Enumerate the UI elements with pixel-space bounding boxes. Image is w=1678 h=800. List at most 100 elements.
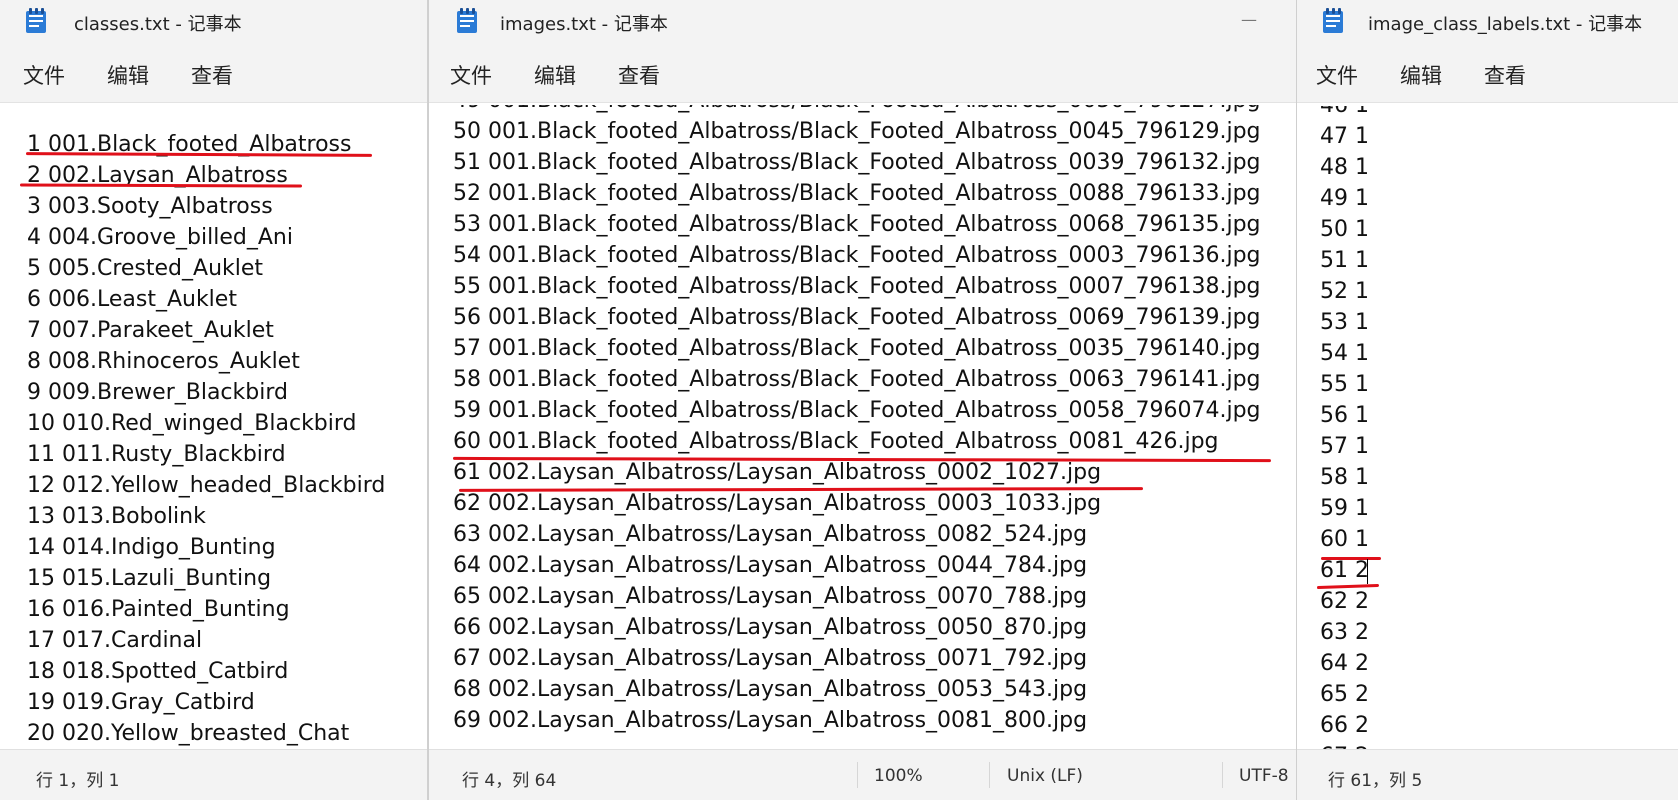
text-line: 62 002.Laysan_Albatross/Laysan_Albatross… [453,491,1102,516]
text-line: 58 1 [1320,465,1369,490]
text-line: 50 1 [1320,217,1369,242]
text-editor[interactable]: 49 001.Black_footed_Albatross/Black_Foot… [429,105,1296,752]
text-line: 60 001.Black_footed_Albatross/Black_Foot… [453,429,1219,454]
text-line: 48 1 [1320,155,1369,180]
menu-view[interactable]: 查看 [618,60,660,90]
notepad-icon [457,8,477,33]
text-line: 57 001.Black_footed_Albatross/Black_Foot… [453,336,1261,361]
text-line: 69 002.Laysan_Albatross/Laysan_Albatross… [453,708,1088,733]
text-line: 63 2 [1320,620,1369,645]
text-line: 4 004.Groove_billed_Ani [27,225,293,250]
text-line: 15 015.Lazuli_Bunting [27,566,272,591]
text-line: 50 001.Black_footed_Albatross/Black_Foot… [453,119,1261,144]
text-line: 56 001.Black_footed_Albatross/Black_Foot… [453,305,1261,330]
text-line: 60 1 [1320,527,1369,552]
menu-bar: 文件 编辑 查看 [0,42,427,103]
text-line: 11 011.Rusty_Blackbird [27,442,286,467]
text-line: 46 1 [1320,106,1369,121]
text-line: 51 1 [1320,248,1369,273]
notepad-window-images[interactable]: images.txt - 记事本 — 文件 编辑 查看 49 001.Black… [428,0,1296,800]
status-divider [857,762,858,788]
text-line: 68 002.Laysan_Albatross/Laysan_Albatross… [453,677,1088,702]
text-line: 55 001.Black_footed_Albatross/Black_Foot… [453,274,1261,299]
menu-edit[interactable]: 编辑 [1400,60,1442,90]
text-line: 57 1 [1320,434,1369,459]
text-line: 53 001.Black_footed_Albatross/Black_Foot… [453,212,1261,237]
minimize-icon[interactable]: — [1234,6,1264,34]
text-line: 13 013.Bobolink [27,504,206,529]
text-line: 56 1 [1320,403,1369,428]
text-line: 53 1 [1320,310,1369,335]
text-line: 6 006.Least_Auklet [27,287,237,312]
text-line: 55 1 [1320,372,1369,397]
text-line: 49 001.Black_footed_Albatross/Black_Foot… [453,105,1261,116]
text-line: 17 017.Cardinal [27,628,203,653]
text-line: 65 2 [1320,682,1369,707]
cursor-position: 行 61，列 5 [1328,771,1423,791]
text-line: 8 008.Rhinoceros_Auklet [27,349,300,374]
text-line: 65 002.Laysan_Albatross/Laysan_Albatross… [453,584,1088,609]
text-line: 62 2 [1320,589,1369,614]
text-line: 64 002.Laysan_Albatross/Laysan_Albatross… [453,553,1088,578]
title-bar[interactable]: images.txt - 记事本 — [429,0,1296,42]
text-line: 16 016.Painted_Bunting [27,597,290,622]
red-underline [1321,557,1381,560]
window-title: classes.txt - 记事本 [74,14,242,35]
menu-edit[interactable]: 编辑 [534,60,576,90]
text-line: 54 1 [1320,341,1369,366]
status-divider [1222,762,1223,788]
notepad-window-image-class-labels[interactable]: image_class_labels.txt - 记事本 文件 编辑 查看 46… [1296,0,1678,800]
text-line: 18 018.Spotted_Catbird [27,659,289,684]
menu-edit[interactable]: 编辑 [107,60,149,90]
text-line: 9 009.Brewer_Blackbird [27,380,288,405]
menu-file[interactable]: 文件 [23,60,65,90]
window-title: image_class_labels.txt - 记事本 [1368,14,1643,35]
status-bar: 行 61，列 5 [1297,749,1678,800]
text-lines: 49 001.Black_footed_Albatross/Black_Foot… [453,105,1261,736]
cursor-position: 行 1，列 1 [36,771,120,791]
zoom-level[interactable]: 100% [874,766,923,786]
text-line: 63 002.Laysan_Albatross/Laysan_Albatross… [453,522,1088,547]
text-line: 19 019.Gray_Catbird [27,690,255,715]
text-line: 59 001.Black_footed_Albatross/Black_Foot… [453,398,1261,423]
text-line: 66 002.Laysan_Albatross/Laysan_Albatross… [453,615,1088,640]
menu-bar: 文件 编辑 查看 [429,42,1296,103]
text-line: 54 001.Black_footed_Albatross/Black_Foot… [453,243,1261,268]
text-editor[interactable]: 1 001.Black_footed_Albatross 2 002.Laysan… [0,103,427,750]
status-bar: 行 4，列 64 100% Unix (LF) UTF-8 [429,749,1296,800]
title-bar[interactable]: image_class_labels.txt - 记事本 [1297,0,1678,42]
text-line: 20 020.Yellow_breasted_Chat [27,721,350,746]
notepad-icon [1323,8,1343,33]
text-lines: 1 001.Black_footed_Albatross 2 002.Laysan… [27,129,385,749]
line-ending: Unix (LF) [1007,766,1083,786]
menu-file[interactable]: 文件 [450,60,492,90]
text-line: 58 001.Black_footed_Albatross/Black_Foot… [453,367,1261,392]
menu-view[interactable]: 查看 [1484,60,1526,90]
status-bar: 行 1，列 1 [0,749,427,800]
text-line: 52 001.Black_footed_Albatross/Black_Foot… [453,181,1261,206]
notepad-icon [26,8,46,33]
text-line: 3 003.Sooty_Albatross [27,194,273,219]
encoding: UTF-8 [1239,766,1289,786]
text-line: 5 005.Crested_Auklet [27,256,264,281]
text-line: 51 001.Black_footed_Albatross/Black_Foot… [453,150,1261,175]
menu-view[interactable]: 查看 [191,60,233,90]
text-line: 12 012.Yellow_headed_Blackbird [27,473,386,498]
text-caret [1367,559,1368,584]
text-line: 52 1 [1320,279,1369,304]
text-line: 59 1 [1320,496,1369,521]
text-line: 64 2 [1320,651,1369,676]
menu-bar: 文件 编辑 查看 [1297,42,1678,103]
text-line: 7 007.Parakeet_Auklet [27,318,274,343]
text-editor[interactable]: 46 1 47 1 48 1 49 1 50 1 51 1 52 1 53 1 54 1 55 1… [1297,106,1678,752]
text-line: 10 010.Red_winged_Blackbird [27,411,357,436]
window-title: images.txt - 记事本 [500,14,668,35]
menu-file[interactable]: 文件 [1316,60,1358,90]
title-bar[interactable]: classes.txt - 记事本 [0,0,427,42]
notepad-window-classes[interactable]: classes.txt - 记事本 文件 编辑 查看 1 001.Black_f… [0,0,428,800]
text-line: 49 1 [1320,186,1369,211]
text-lines: 46 1 47 1 48 1 49 1 50 1 51 1 52 1 53 1 54 1 55 1… [1320,106,1369,752]
text-line: 67 002.Laysan_Albatross/Laysan_Albatross… [453,646,1088,671]
text-line: 47 1 [1320,124,1369,149]
text-line: 14 014.Indigo_Bunting [27,535,276,560]
